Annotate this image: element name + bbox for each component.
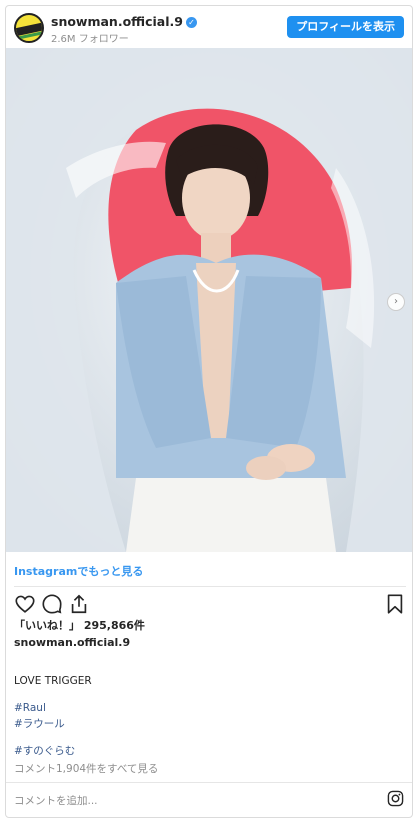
account-username[interactable]: snowman.official.9 ✓ [51,14,197,29]
username-text[interactable]: snowman.official.9 [51,14,183,29]
next-image-button[interactable]: › [387,293,405,311]
add-comment-field[interactable]: コメントを追加... [14,793,98,808]
post-photo[interactable]: › [6,48,412,552]
post-header: snowman.official.9 ✓ 2.6M フォロワー プロフィールを表示 [6,6,412,48]
caption-username[interactable]: snowman.official.9 [14,636,130,649]
hashtag-link[interactable]: #すのぐらむ [14,743,75,758]
caption-text: LOVE TRIGGER [14,675,92,687]
hashtag-link[interactable]: #Raul [14,702,46,714]
more-on-instagram-link[interactable]: Instagramでもっと見る [14,563,143,579]
view-profile-button[interactable]: プロフィールを表示 [287,16,404,38]
avatar[interactable] [14,13,44,43]
share-icon[interactable] [68,593,90,615]
instagram-icon[interactable] [387,790,404,807]
action-bar [6,593,412,619]
hashtag-link[interactable]: #ラウール [14,716,65,731]
comment-icon[interactable] [41,593,63,615]
heart-icon[interactable] [14,593,36,615]
divider [14,586,406,587]
photo-illustration [6,48,412,552]
divider [6,782,412,783]
view-all-comments-link[interactable]: コメント1,904件をすべて見る [14,761,158,776]
instagram-embed-card: snowman.official.9 ✓ 2.6M フォロワー プロフィールを表示 [5,5,413,818]
verified-badge-icon: ✓ [185,17,197,28]
bookmark-icon[interactable] [384,593,406,615]
like-count[interactable]: 「いいね！」 295,866件 [14,617,145,633]
follower-count: 2.6M フォロワー [51,34,129,45]
